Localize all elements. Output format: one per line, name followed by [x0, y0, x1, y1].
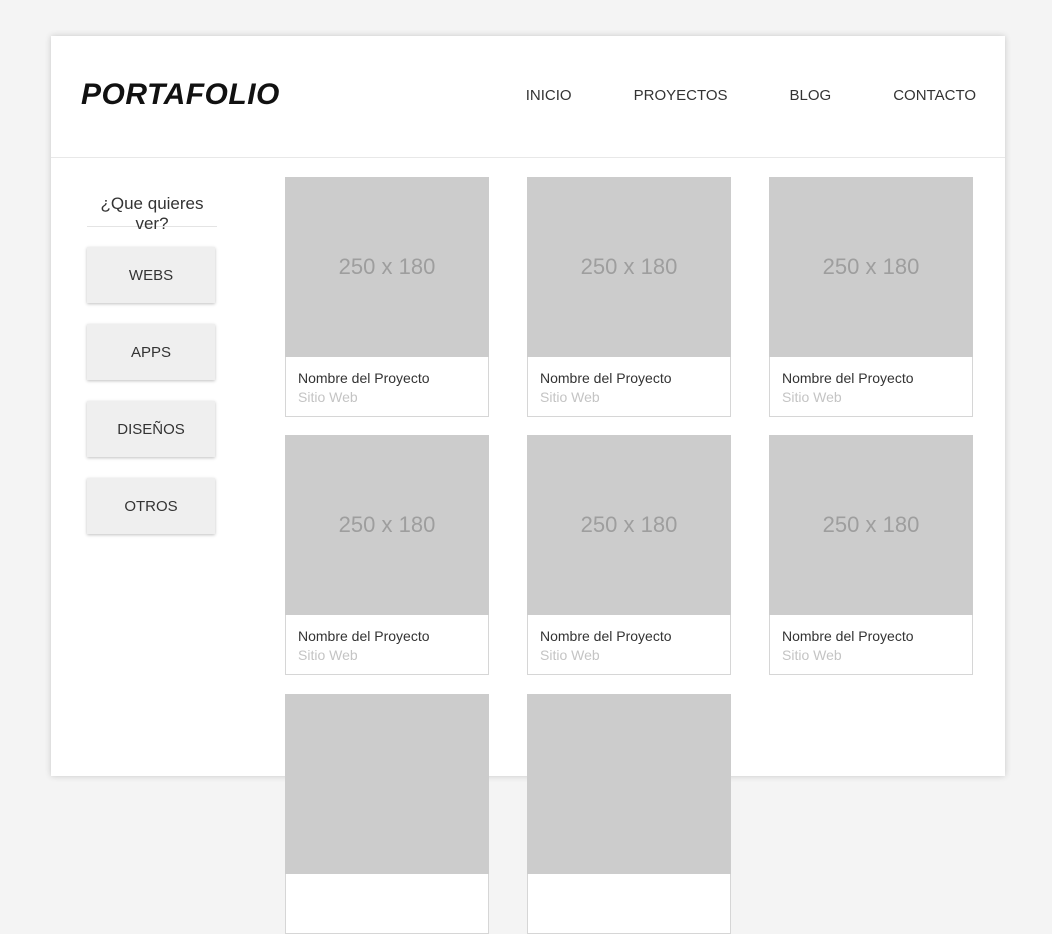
site-header: PORTAFOLIO INICIO PROYECTOS BLOG CONTACT… [51, 36, 1005, 158]
project-name: Nombre del Proyecto [540, 370, 672, 386]
project-card[interactable]: 250 x 180 Nombre del Proyecto Sitio Web [527, 435, 731, 675]
project-type: Sitio Web [298, 647, 358, 663]
project-card[interactable] [527, 694, 731, 934]
project-thumbnail: 250 x 180 [527, 435, 731, 615]
project-type: Sitio Web [298, 389, 358, 405]
filter-sidebar: ¿Que quieres ver? WEBS APPS DISEÑOS OTRO… [87, 192, 217, 555]
project-thumbnail [527, 694, 731, 874]
sidebar-title: ¿Que quieres ver? [87, 192, 217, 233]
project-thumbnail [285, 694, 489, 874]
nav-item-blog[interactable]: BLOG [790, 87, 832, 104]
project-thumbnail: 250 x 180 [285, 177, 489, 357]
project-thumbnail: 250 x 180 [769, 435, 973, 615]
project-card[interactable] [285, 694, 489, 934]
project-type: Sitio Web [782, 389, 842, 405]
project-name: Nombre del Proyecto [782, 370, 914, 386]
project-card[interactable]: 250 x 180 Nombre del Proyecto Sitio Web [285, 177, 489, 417]
project-name: Nombre del Proyecto [540, 628, 672, 644]
filter-button-apps[interactable]: APPS [87, 324, 215, 380]
main-nav: INICIO PROYECTOS BLOG CONTACTO [464, 87, 976, 104]
nav-item-proyectos[interactable]: PROYECTOS [634, 87, 728, 104]
project-card[interactable]: 250 x 180 Nombre del Proyecto Sitio Web [769, 435, 973, 675]
nav-item-inicio[interactable]: INICIO [526, 87, 572, 104]
project-type: Sitio Web [540, 389, 600, 405]
filter-button-webs[interactable]: WEBS [87, 247, 215, 303]
project-card[interactable]: 250 x 180 Nombre del Proyecto Sitio Web [769, 177, 973, 417]
filter-button-otros[interactable]: OTROS [87, 478, 215, 534]
project-thumbnail: 250 x 180 [769, 177, 973, 357]
nav-item-contacto[interactable]: CONTACTO [893, 87, 976, 104]
project-name: Nombre del Proyecto [298, 370, 430, 386]
project-thumbnail: 250 x 180 [285, 435, 489, 615]
project-card[interactable]: 250 x 180 Nombre del Proyecto Sitio Web [285, 435, 489, 675]
project-name: Nombre del Proyecto [298, 628, 430, 644]
project-thumbnail: 250 x 180 [527, 177, 731, 357]
filter-button-disenos[interactable]: DISEÑOS [87, 401, 215, 457]
project-type: Sitio Web [540, 647, 600, 663]
page-container: PORTAFOLIO INICIO PROYECTOS BLOG CONTACT… [51, 36, 1005, 934]
site-logo[interactable]: PORTAFOLIO [81, 78, 280, 112]
project-type: Sitio Web [782, 647, 842, 663]
filter-list: WEBS APPS DISEÑOS OTROS [87, 247, 217, 534]
project-card[interactable]: 250 x 180 Nombre del Proyecto Sitio Web [527, 177, 731, 417]
project-name: Nombre del Proyecto [782, 628, 914, 644]
